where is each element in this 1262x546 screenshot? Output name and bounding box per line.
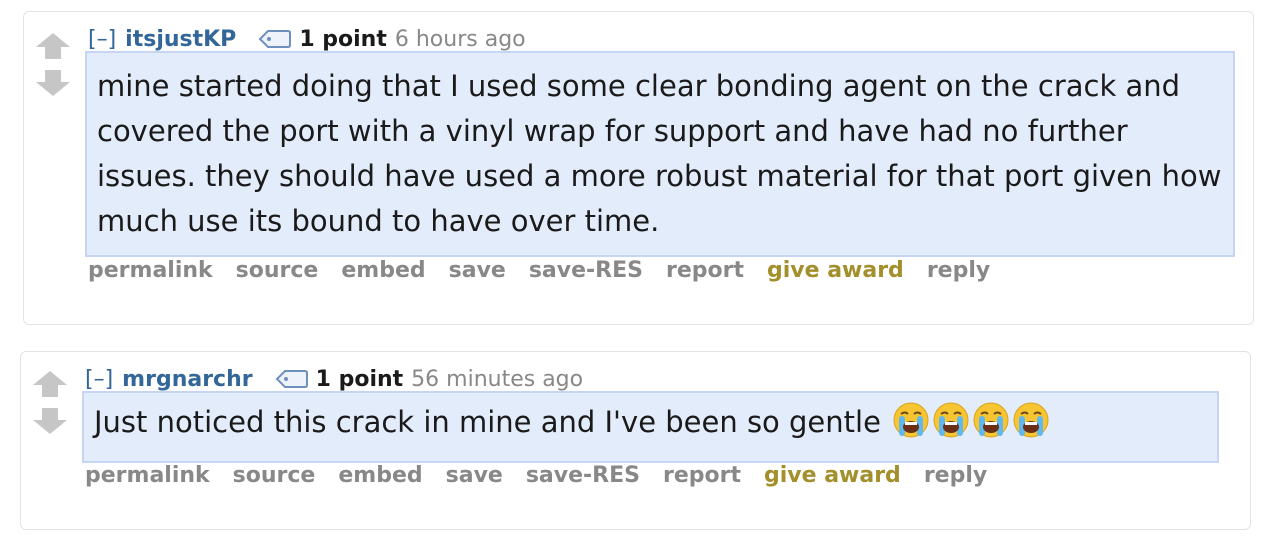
comment-actions: permalink source embed save save-RES rep… [85,463,1010,488]
comment-timestamp: 6 hours ago [394,26,526,52]
downvote-arrow-icon[interactable] [32,407,68,435]
comment: [–] itsjustKP 1 point 6 hours ago mine s… [23,11,1254,325]
save-link[interactable]: save [449,258,506,283]
vote-controls [35,32,71,106]
comment-author[interactable]: mrgnarchr [122,367,252,392]
comment-body: Just noticed this crack in mine and I've… [82,391,1219,463]
source-link[interactable]: source [233,463,316,488]
embed-link[interactable]: embed [341,258,425,283]
loudly-crying-face-icon [893,402,929,438]
save-res-link[interactable]: save-RES [529,258,643,283]
save-res-link[interactable]: save-RES [526,463,640,488]
comment-text: Just noticed this crack in mine and I've… [94,405,881,439]
upvote-arrow-icon[interactable] [35,32,71,60]
collapse-toggle[interactable]: [–] [85,367,113,392]
loudly-crying-face-icon [973,402,1009,438]
save-link[interactable]: save [446,463,503,488]
give-award-link[interactable]: give award [767,258,904,283]
collapse-toggle[interactable]: [–] [88,27,116,52]
loudly-crying-face-icon [1013,402,1049,438]
give-award-link[interactable]: give award [764,463,901,488]
vote-controls [32,370,68,444]
comment-timestamp: 56 minutes ago [411,366,584,392]
comment-score: 1 point [315,366,404,392]
comment-tagline: [–] mrgnarchr 1 point 56 minutes ago [85,364,583,394]
loudly-crying-face-icon [933,402,969,438]
comment-actions: permalink source embed save save-RES rep… [88,258,1013,283]
embed-link[interactable]: embed [338,463,422,488]
permalink-link[interactable]: permalink [88,258,213,283]
comment-score: 1 point [299,26,387,52]
comment-tagline: [–] itsjustKP 1 point 6 hours ago [88,24,526,54]
tag-icon[interactable] [275,369,308,389]
reply-link[interactable]: reply [927,258,990,283]
comment-text: mine started doing that I used some clea… [97,69,1222,238]
report-link[interactable]: report [666,258,744,283]
report-link[interactable]: report [663,463,741,488]
comment-body: mine started doing that I used some clea… [85,51,1235,257]
tag-icon[interactable] [258,29,292,49]
source-link[interactable]: source [236,258,319,283]
upvote-arrow-icon[interactable] [32,370,68,398]
comment: [–] mrgnarchr 1 point 56 minutes ago Jus… [20,351,1251,530]
comment-author[interactable]: itsjustKP [125,27,236,52]
reply-link[interactable]: reply [924,463,987,488]
permalink-link[interactable]: permalink [85,463,210,488]
downvote-arrow-icon[interactable] [35,69,71,97]
